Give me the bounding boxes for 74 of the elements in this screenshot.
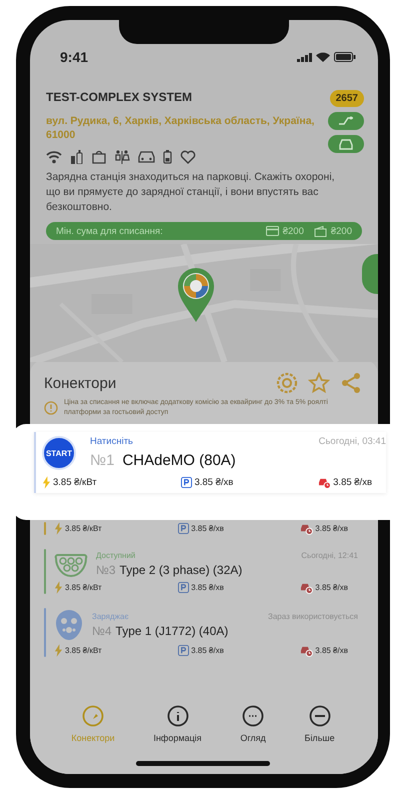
lightning-icon: [42, 476, 51, 489]
connector-number: №1: [90, 452, 114, 469]
lightning-icon: [54, 522, 63, 535]
map-pin-icon[interactable]: [176, 266, 216, 324]
station-badge: 2657: [330, 90, 364, 107]
connector-name: Type 2 (3 phase) (32A): [120, 563, 242, 577]
route-button[interactable]: [328, 112, 364, 130]
connector-number: №3: [96, 563, 116, 577]
battery-icon: [163, 150, 172, 164]
more-icon: [308, 705, 331, 727]
route-icon: [338, 116, 354, 126]
nav-tab[interactable]: Інформація: [153, 705, 202, 743]
parking-price: 3.85 ₴/хв: [194, 477, 234, 488]
energy-price: 3.85 ₴/кВт: [53, 477, 97, 488]
shopping-bag-icon: [92, 150, 106, 164]
connector-status: Натисніть: [90, 436, 134, 447]
favorite-button[interactable]: [308, 372, 330, 394]
signal-icon: [297, 52, 312, 62]
energy-price: 3.85 ₴/кВт: [65, 646, 102, 655]
connector-status: Заряджає: [92, 612, 129, 621]
parking-price: 3.85 ₴/хв: [191, 583, 224, 592]
lightning-icon: [54, 581, 63, 594]
energy-price: 3.85 ₴/кВт: [65, 583, 102, 592]
min-charge-label: Мін. сума для списання:: [56, 226, 164, 237]
connector-name: CHAdeMO (80A): [122, 452, 236, 469]
share-button[interactable]: [340, 372, 362, 394]
idle-price: 3.85 ₴/хв: [315, 583, 348, 592]
wallet-icon: [314, 226, 327, 237]
wifi-icon: [46, 150, 62, 164]
nav-tab[interactable]: Огляд: [240, 705, 266, 743]
parking-price: 3.85 ₴/хв: [191, 524, 224, 533]
car-clock-icon: [300, 644, 314, 656]
car-clock-icon: [300, 522, 314, 534]
settings-button[interactable]: [276, 372, 298, 394]
start-button[interactable]: START: [42, 436, 76, 470]
parking-price: 3.85 ₴/хв: [191, 646, 224, 655]
status-time: 9:41: [60, 49, 88, 65]
parking-icon: [178, 523, 190, 534]
idle-price: 3.85 ₴/хв: [315, 646, 348, 655]
warning-icon: [44, 401, 58, 416]
connector-number: №4: [92, 624, 112, 638]
connector-name: Type 1 (J1772) (40A): [116, 624, 228, 638]
section-title: Конектори: [44, 374, 118, 392]
bottles-icon: [70, 150, 84, 164]
idle-price: 3.85 ₴/хв: [333, 477, 372, 488]
parking-icon: [181, 477, 192, 488]
lightning-icon: [54, 644, 63, 657]
chat-icon: [242, 705, 264, 727]
parking-icon: [178, 582, 190, 593]
idle-price: 3.85 ₴/хв: [315, 524, 348, 533]
station-address: вул. Рудика, 6, Харків, Харківська область, Україна, 61000: [46, 114, 316, 142]
battery-icon: [334, 52, 356, 62]
plug-icon: [54, 608, 84, 642]
compass-icon: [82, 705, 104, 727]
connector-card[interactable]: START Натисніть Сьогодні, 03:41 №1 CHAdeMO (80A) 3.85 ₴/кВт 3.85 ₴/хв 3.85 ₴/хв: [34, 432, 386, 493]
info-icon: [166, 705, 188, 727]
toilet-icon: [114, 150, 130, 164]
wallet-amount: ₴200: [330, 226, 352, 237]
heart-icon: [180, 150, 196, 164]
card-amount: ₴200: [282, 226, 304, 237]
car-button[interactable]: [328, 135, 364, 153]
car-clock-icon: [318, 476, 332, 488]
station-description: Зарядна станція знаходиться на парковці. Скажіть охороні, що ви прямуєте до зарядної станції, і вони впустять вас безкоштовно.: [45, 170, 336, 214]
energy-price: 3.85 ₴/кВт: [65, 524, 102, 533]
card-icon: [266, 226, 279, 236]
station-title: TEST-COMPLEX SYSTEM: [46, 90, 194, 104]
connector-time: Сьогодні, 03:41: [318, 436, 386, 447]
connector-status: Доступний: [96, 551, 136, 560]
car-icon: [138, 150, 155, 164]
nav-tab[interactable]: Більше: [304, 705, 335, 743]
parking-icon: [178, 645, 190, 656]
car-clock-icon: [300, 582, 314, 594]
car-icon: [338, 138, 354, 150]
wifi-icon: [316, 52, 330, 62]
